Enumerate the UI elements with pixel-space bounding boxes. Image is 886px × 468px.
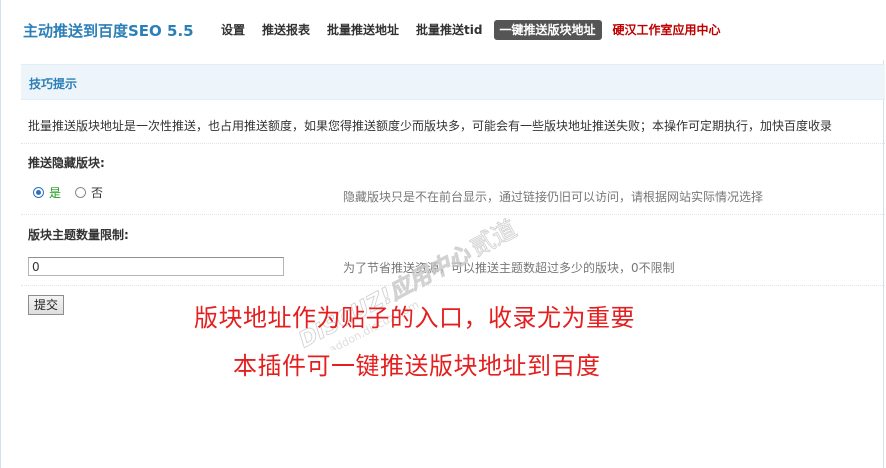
tip-title: 技巧提示 — [29, 77, 78, 91]
thread-limit-input[interactable] — [28, 257, 284, 276]
radio-yes-label[interactable]: 是 — [49, 184, 61, 201]
tip-text: 批量推送版块地址是一次性推送，也占用推送额度，如果您得推送额度少而版块多，可能会… — [28, 119, 833, 133]
nav-one-click-forum-push[interactable]: 一键推送版块地址 — [493, 20, 602, 40]
watermark-brand: DISCUZ!应用中心 — [295, 241, 476, 350]
plugin-admin-page: 主动推送到百度SEO 5.5 设置 推送报表 批量推送地址 批量推送tid 一键… — [0, 0, 885, 468]
divider — [21, 143, 885, 144]
hidden-forums-radio-group: 是 否 — [33, 184, 103, 201]
radio-yes[interactable] — [33, 187, 44, 198]
thread-limit-hint: 为了节省推送资源，可以推送主题数超过多少的版块，0不限制 — [343, 261, 675, 275]
nav-batch-push-url[interactable]: 批量推送地址 — [321, 20, 405, 40]
nav-settings[interactable]: 设置 — [215, 20, 251, 40]
promo-line-2: 本插件可一键推送版块地址到百度 — [233, 352, 601, 380]
app-title: 主动推送到百度SEO 5.5 — [23, 22, 194, 40]
hidden-forums-hint: 隐藏版块只是不在前台显示，通过链接仍旧可以访问，请根据网站实际情况选择 — [343, 190, 764, 204]
divider — [21, 285, 885, 286]
plugin-nav: 设置 推送报表 批量推送地址 批量推送tid 一键推送版块地址 硬汉工作室应用中… — [215, 20, 732, 40]
divider — [21, 214, 885, 215]
radio-no-label[interactable]: 否 — [91, 184, 103, 201]
plugin-header: 主动推送到百度SEO 5.5 设置 推送报表 批量推送地址 批量推送tid 一键… — [1, 0, 885, 60]
nav-batch-push-tid[interactable]: 批量推送tid — [410, 20, 488, 40]
hidden-forums-label: 推送隐藏版块: — [28, 156, 105, 170]
thread-limit-label: 版块主题数量限制: — [28, 228, 129, 242]
radio-no[interactable] — [75, 187, 87, 198]
tip-header: 技巧提示 — [21, 64, 885, 100]
watermark-mark: 贰道 — [466, 215, 522, 262]
nav-app-center-link[interactable]: 硬汉工作室应用中心 — [607, 20, 727, 40]
submit-button[interactable]: 提交 — [28, 295, 64, 315]
nav-push-report[interactable]: 推送报表 — [256, 20, 316, 40]
promo-line-1: 版块地址作为贴子的入口，收录尤为重要 — [194, 304, 635, 332]
